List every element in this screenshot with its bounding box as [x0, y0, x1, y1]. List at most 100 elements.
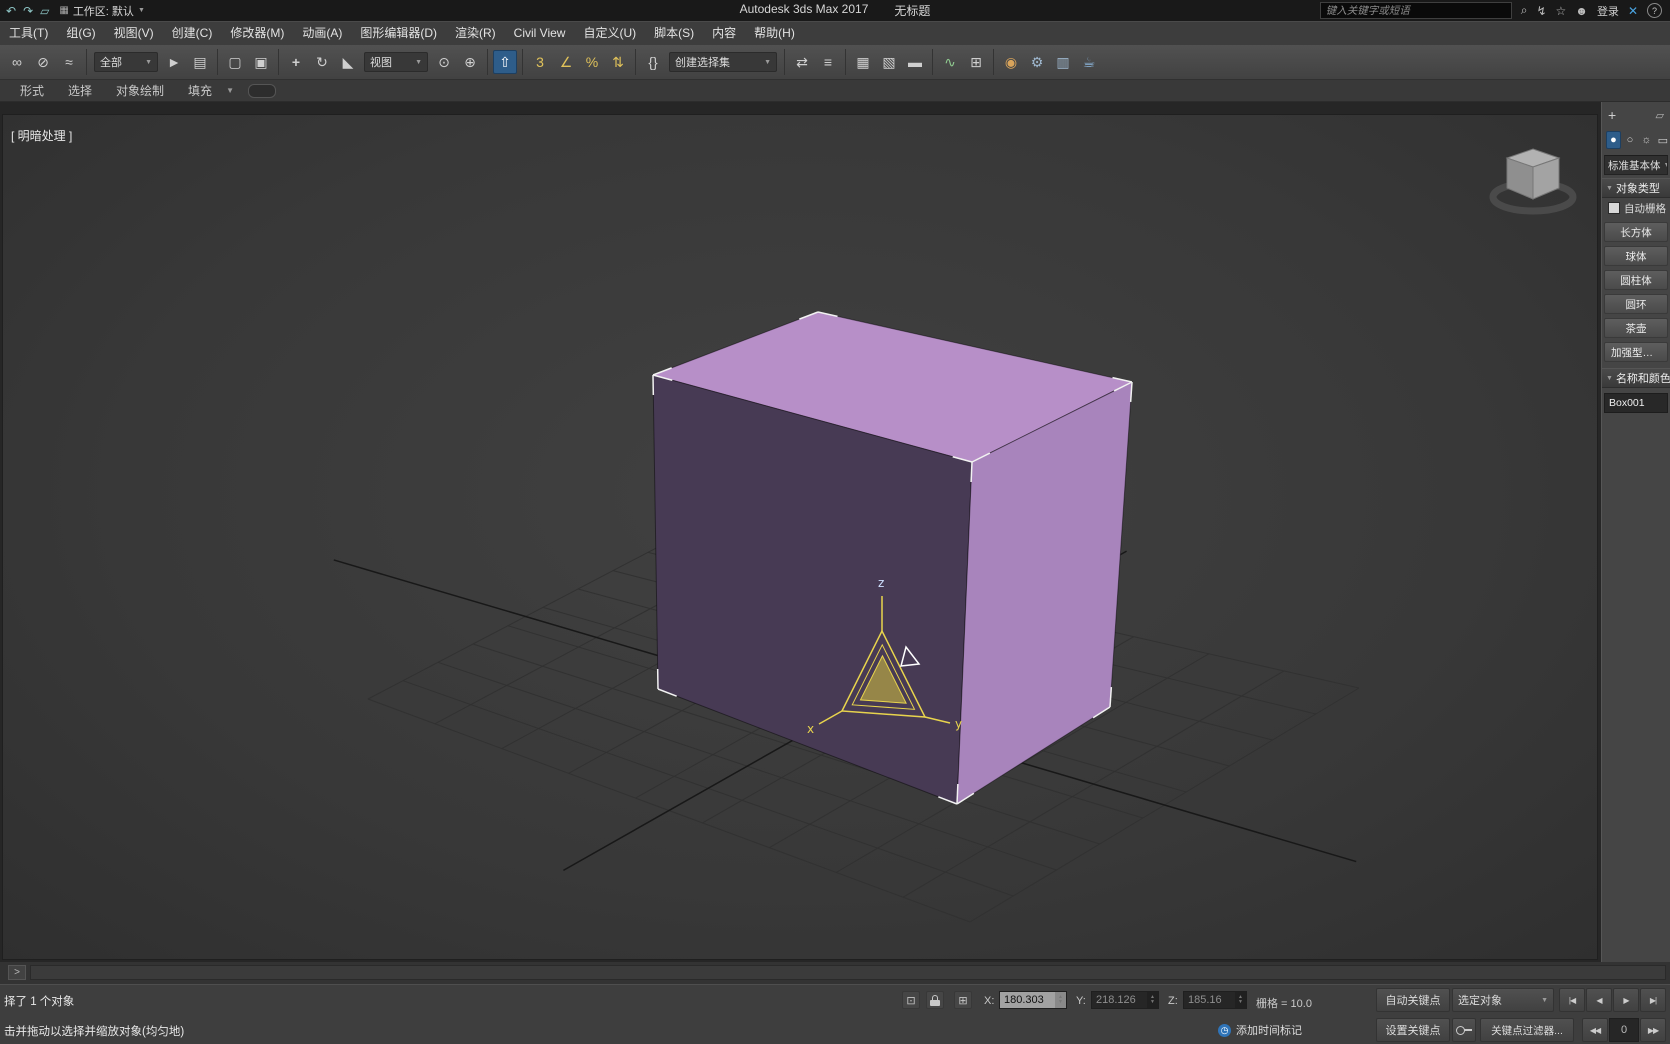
select-object-icon[interactable]: ►: [162, 50, 186, 74]
help-icon[interactable]: ?: [1647, 3, 1662, 18]
go-to-end-button[interactable]: ▶|: [1640, 988, 1666, 1012]
align-icon[interactable]: ≡: [816, 50, 840, 74]
rectangular-selection-region-icon[interactable]: ▢: [223, 50, 247, 74]
box-object[interactable]: [651, 311, 1134, 805]
render-production-icon[interactable]: ☕: [1077, 50, 1101, 74]
shapes-tab-icon[interactable]: ○: [1623, 131, 1637, 149]
object-type-button[interactable]: 圆环: [1604, 294, 1668, 314]
ribbon-tab[interactable]: 对象绘制: [104, 82, 176, 99]
toggle-ribbon-icon[interactable]: ▬: [903, 50, 927, 74]
step-forward-button[interactable]: ▶▶: [1640, 1018, 1666, 1042]
use-pivot-point-center-icon[interactable]: ⊙: [432, 50, 456, 74]
spinner-icon[interactable]: [1055, 992, 1066, 1008]
selection-lock-icon[interactable]: [926, 991, 944, 1009]
key-filters-button[interactable]: 关键点过滤器...: [1480, 1018, 1574, 1042]
window-crossing-toggle-icon[interactable]: ▣: [249, 50, 273, 74]
coord-z-field[interactable]: 185.16: [1183, 991, 1247, 1009]
open-file-icon[interactable]: ▱: [40, 4, 49, 18]
coord-y-field[interactable]: 218.126: [1091, 991, 1159, 1009]
select-and-link-icon[interactable]: ∞: [5, 50, 29, 74]
lights-tab-icon[interactable]: ☼: [1639, 131, 1653, 149]
coord-x-field[interactable]: 180.303: [999, 991, 1067, 1009]
current-frame-field[interactable]: 0: [1609, 1018, 1639, 1042]
rendered-frame-window-icon[interactable]: ▥: [1051, 50, 1075, 74]
select-and-rotate-icon[interactable]: ↻: [310, 50, 334, 74]
set-keys-icon-button[interactable]: [1452, 1018, 1476, 1042]
cameras-tab-icon[interactable]: ▭: [1656, 131, 1670, 149]
object-type-button[interactable]: 加强型文本: [1604, 342, 1668, 362]
menu-item[interactable]: 自定义(U): [574, 22, 645, 45]
select-and-scale-icon[interactable]: ◣: [336, 50, 360, 74]
mini-listener-button[interactable]: >: [8, 965, 26, 980]
menu-item[interactable]: 组(G): [57, 22, 104, 45]
auto-key-button[interactable]: 自动关键点: [1376, 988, 1450, 1012]
ribbon-tab[interactable]: 填充: [176, 82, 224, 99]
menu-item[interactable]: 视图(V): [105, 22, 163, 45]
select-and-manipulate-icon[interactable]: ⊕: [458, 50, 482, 74]
object-type-button[interactable]: 茶壶: [1604, 318, 1668, 338]
geometry-category-dropdown[interactable]: 标准基本体 ▼: [1604, 155, 1668, 175]
keyboard-shortcut-override-toggle-icon[interactable]: ⇧: [493, 50, 517, 74]
favorites-star-icon[interactable]: ☆: [1556, 4, 1567, 18]
step-back-button[interactable]: ◀◀: [1582, 1018, 1608, 1042]
menu-item[interactable]: 渲染(R): [446, 22, 505, 45]
set-key-button[interactable]: 设置关键点: [1376, 1018, 1450, 1042]
menu-item[interactable]: 动画(A): [293, 22, 351, 45]
geometry-tab-icon[interactable]: ●: [1606, 131, 1621, 149]
chevron-down-icon[interactable]: ▼: [226, 86, 234, 95]
schematic-view-icon[interactable]: ⊞: [964, 50, 988, 74]
object-name-field[interactable]: Box001: [1604, 393, 1668, 413]
isolate-selection-icon[interactable]: ⊡: [902, 991, 920, 1009]
render-setup-icon[interactable]: ⚙: [1025, 50, 1049, 74]
viewport-shading-label[interactable]: [ 明暗处理 ]: [11, 127, 72, 144]
menu-item[interactable]: 工具(T): [0, 22, 57, 45]
named-selection-sets-dropdown[interactable]: 创建选择集 ▼: [669, 52, 777, 72]
rollout-object-type[interactable]: ▼ 对象类型: [1602, 178, 1670, 198]
go-to-start-button[interactable]: |◀: [1559, 988, 1585, 1012]
viewcube[interactable]: [1489, 148, 1577, 215]
material-editor-icon[interactable]: ◉: [999, 50, 1023, 74]
bind-to-space-warp-icon[interactable]: ≈: [57, 50, 81, 74]
selection-filter-dropdown[interactable]: 全部 ▼: [94, 52, 158, 72]
ribbon-tab[interactable]: 选择: [56, 82, 104, 99]
sign-in-label[interactable]: 登录: [1597, 3, 1619, 19]
curve-editor-icon[interactable]: ∿: [938, 50, 962, 74]
spinner-icon[interactable]: [1147, 992, 1158, 1008]
search-icon[interactable]: ⌕: [1521, 3, 1528, 18]
panel-plus-button[interactable]: +: [1608, 107, 1616, 123]
reference-coordinate-system-dropdown[interactable]: 视图 ▼: [364, 52, 428, 72]
ribbon-minimize-pill[interactable]: [247, 83, 276, 98]
edit-named-selection-sets-icon[interactable]: {}: [641, 50, 665, 74]
previous-frame-button[interactable]: ◀: [1586, 988, 1612, 1012]
ribbon-tab[interactable]: 形式: [8, 82, 56, 99]
object-type-button[interactable]: 长方体: [1604, 222, 1668, 242]
search-input[interactable]: [1319, 2, 1512, 19]
menu-item[interactable]: 图形编辑器(D): [351, 22, 446, 45]
menu-item[interactable]: 帮助(H): [745, 22, 804, 45]
mini-listener-field[interactable]: [30, 965, 1666, 980]
undo-icon[interactable]: ↶: [6, 4, 16, 18]
absolute-offset-toggle-icon[interactable]: ⊞: [954, 991, 972, 1009]
rollout-name-color[interactable]: ▼ 名称和颜色: [1602, 368, 1670, 388]
user-icon[interactable]: ☻: [1575, 4, 1588, 18]
spinner-icon[interactable]: [1235, 992, 1246, 1008]
menu-item[interactable]: 创建(C): [163, 22, 222, 45]
spinner-snap-toggle-icon[interactable]: ⇅: [606, 50, 630, 74]
mirror-icon[interactable]: ⇄: [790, 50, 814, 74]
menu-item[interactable]: 修改器(M): [221, 22, 293, 45]
autogrid-checkbox[interactable]: [1608, 202, 1620, 214]
add-time-tag[interactable]: 添加时间标记: [1218, 1022, 1302, 1038]
object-type-button[interactable]: 球体: [1604, 246, 1668, 266]
select-by-name-icon[interactable]: ▤: [188, 50, 212, 74]
menu-item[interactable]: 脚本(S): [645, 22, 703, 45]
play-button[interactable]: ▶: [1613, 988, 1639, 1012]
angle-snap-toggle-icon[interactable]: ∠: [554, 50, 578, 74]
perspective-viewport[interactable]: [ 明暗处理 ] z x y: [2, 114, 1598, 960]
snap-toggle-3d-icon[interactable]: 3: [528, 50, 552, 74]
select-and-move-icon[interactable]: +: [284, 50, 308, 74]
percent-snap-toggle-icon[interactable]: %: [580, 50, 604, 74]
exchange-apps-icon[interactable]: ✕: [1628, 4, 1638, 18]
redo-icon[interactable]: ↷: [23, 4, 33, 18]
lightning-icon[interactable]: ↯: [1536, 4, 1546, 18]
toggle-layer-explorer-icon[interactable]: ▧: [877, 50, 901, 74]
